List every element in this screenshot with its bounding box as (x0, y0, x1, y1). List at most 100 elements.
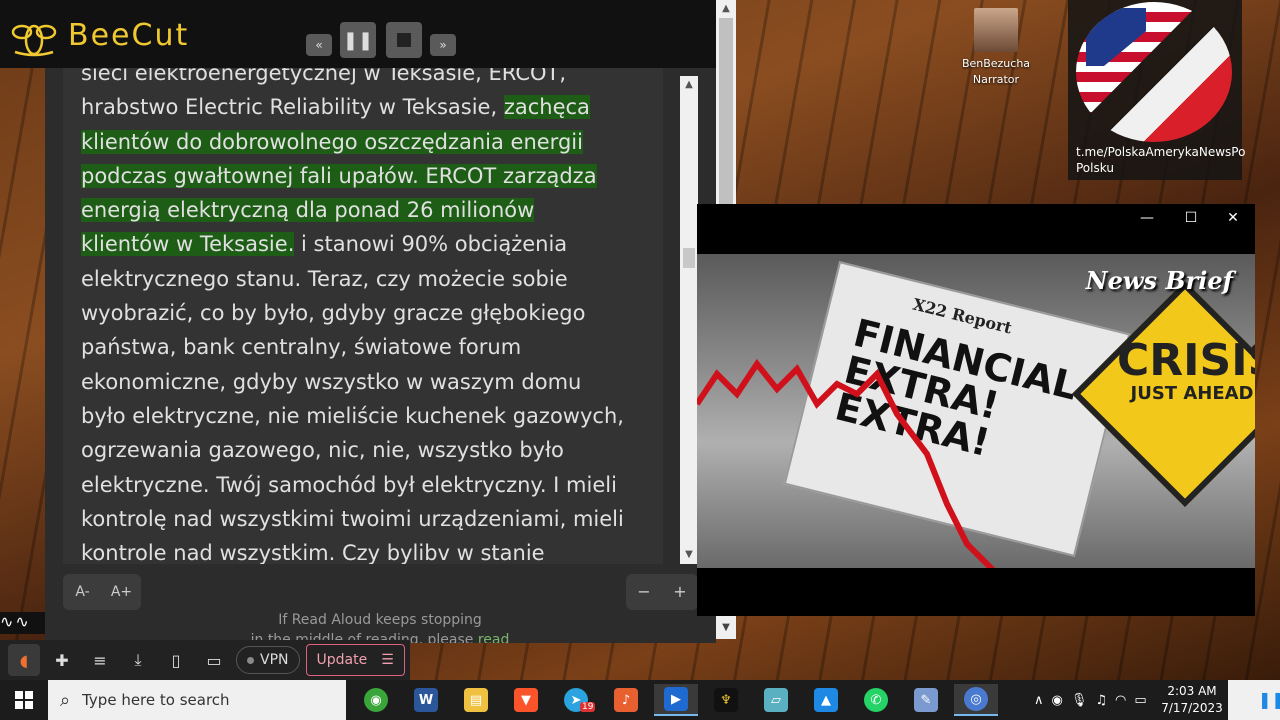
search-icon: ⌕ (60, 689, 71, 711)
taskbar-app-telegram[interactable]: ➤ 19 (554, 684, 598, 716)
pause-indicator-icon: ❚❚ (1258, 690, 1280, 709)
pause-button[interactable]: ❚❚ (340, 22, 376, 58)
zoom-in-button[interactable]: + (662, 574, 698, 610)
font-decrease-button[interactable]: A- (63, 574, 102, 610)
desktop-shortcut-narrator[interactable]: BenBezucha Narrator (960, 8, 1032, 88)
scroll-up-icon[interactable]: ▲ (716, 0, 736, 18)
network-status-icon[interactable]: ◉ (1052, 693, 1063, 708)
brave-icon: ▼ (514, 688, 538, 712)
taskbar-clock[interactable]: 2:03 AM 7/17/2023 (1160, 683, 1224, 717)
whatsapp-icon: ✆ (864, 688, 888, 712)
scrollbar-thumb[interactable] (719, 18, 733, 208)
fast-forward-button[interactable]: » (430, 34, 456, 56)
channel-link-caption: t.me/PolskaAmerykaNewsPo Polsku (1076, 145, 1246, 175)
vpn-status-icon (247, 656, 254, 664)
browser-toolbar: ◖ ✚ ≡ ⤓ ▯ ▭ VPN Update ☰ (0, 640, 410, 680)
highlighted-text: podczas gwałtownej fali upałów. ERCOT za… (81, 163, 597, 188)
text-line: ekonomiczne, gdyby wszystko w waszym dom… (81, 369, 582, 394)
maximize-button[interactable]: ☐ (1171, 210, 1211, 226)
highlighted-text: klientów do dobrowolnego oszczędzania en… (81, 129, 583, 154)
telegram-badge: 19 (580, 702, 596, 712)
read-aloud-panel: sieci elektroenergetycznej w Teksasie, E… (45, 68, 716, 643)
reader-scroll-up-icon[interactable]: ▲ (680, 76, 698, 94)
desktop-shortcut-label: BenBezucha Narrator (961, 57, 1031, 86)
reader-scroll-down-icon[interactable]: ▼ (680, 546, 698, 564)
narrator-thumbnail (974, 8, 1018, 52)
text-line: elektryczne. Twój samochód był elektrycz… (81, 472, 617, 497)
extensions-icon[interactable]: ✚ (46, 644, 78, 676)
start-button[interactable] (0, 680, 48, 720)
taskbar-app-brave[interactable]: ▼ (504, 684, 548, 716)
taskbar-app-explorer[interactable]: ▤ (454, 684, 498, 716)
close-button[interactable]: ✕ (1213, 210, 1253, 226)
telegram-channel-card: t.me/PolskaAmerykaNewsPo Polsku (1068, 0, 1246, 180)
news-brief-title: News Brief (1085, 266, 1233, 295)
text-line: kontrolę nad wszystkimi twoimi urządzeni… (81, 506, 624, 531)
stop-icon (397, 33, 411, 47)
reader-scrollbar[interactable]: ▲ ▼ (680, 76, 698, 564)
notification-area[interactable]: ❚❚ (1228, 680, 1280, 720)
text-line: ogrzewania gazowego, nic, nie, wszystko … (81, 438, 564, 463)
green-app-icon: ◉ (364, 688, 388, 712)
taskbar-app-video[interactable]: ▶ (654, 684, 698, 716)
rewind-button[interactable]: « (306, 34, 332, 56)
text-line: wyobrazić, co by było, gdyby gracze głęb… (81, 301, 586, 326)
windows-logo-icon (15, 691, 33, 709)
us-poland-flag-logo (1076, 2, 1232, 142)
playlist-icon[interactable]: ≡ (84, 644, 116, 676)
notes-icon: ▱ (764, 688, 788, 712)
update-button[interactable]: Update ☰ (305, 644, 405, 676)
taskbar-app-notes[interactable]: ▱ (754, 684, 798, 716)
beecut-recorder-bar: BeeCut « ❚❚ » (0, 0, 716, 68)
wifi-icon[interactable]: ◠ (1115, 693, 1126, 708)
photos-icon: ▲ (814, 688, 838, 712)
zoom-control: − + (626, 574, 698, 610)
font-size-control: A- A+ (63, 574, 141, 610)
text-line: sieci elektroenergetycznej w Teksasie, E… (81, 68, 567, 85)
text-line: podczas gwałtownej fali upałów. ERCOT za… (81, 159, 663, 193)
taskbar-search-box[interactable]: ⌕ Type here to search (48, 680, 346, 720)
microphone-icon[interactable]: 🎙 (1071, 693, 1088, 708)
zoom-out-button[interactable]: − (626, 574, 662, 610)
reader-text-area[interactable]: sieci elektroenergetycznej w Teksasie, E… (63, 68, 663, 564)
vpn-button[interactable]: VPN (236, 646, 300, 674)
reader-scroll-thumb[interactable] (683, 248, 695, 268)
taskbar-app-paint[interactable]: ✎ (904, 684, 948, 716)
text-line: kontrole nad wszystkim. Czy bylibv w sta… (81, 541, 545, 564)
taskbar-app-mic[interactable]: ♪ (604, 684, 648, 716)
pause-icon: ❚❚ (342, 29, 374, 51)
notice-read-link[interactable]: read (478, 632, 510, 643)
minimize-button[interactable]: — (1127, 210, 1167, 226)
sidebar-icon[interactable]: ▯ (160, 644, 192, 676)
browser-icon: ◎ (964, 687, 988, 711)
taskbar-app-chrome[interactable]: ◎ (954, 684, 998, 716)
taskbar-app-word[interactable]: W (404, 684, 448, 716)
font-increase-button[interactable]: A+ (102, 574, 141, 610)
text-line: klientów do dobrowolnego oszczędzania en… (81, 125, 663, 159)
clock-time: 2:03 AM (1167, 684, 1217, 698)
text-line: klientów w Teksasie. i stanowi 90% obcią… (81, 232, 568, 257)
video-frame[interactable]: X22 Report FINANCIAL EXTRA! EXTRA! CRISI… (697, 254, 1255, 568)
taskbar-app-beecut[interactable]: ♆ (704, 684, 748, 716)
folder-icon: ▤ (464, 688, 488, 712)
text-line: energią elektryczną dla ponad 26 milionó… (81, 193, 663, 227)
clock-date: 7/17/2023 (1161, 701, 1223, 715)
scroll-down-button[interactable]: ▼ (716, 617, 736, 639)
read-aloud-extension-icon[interactable]: ◖ (8, 644, 40, 676)
highlighted-text: klientów w Teksasie. (81, 232, 295, 257)
battery-icon[interactable]: ▭ (1134, 693, 1146, 708)
taskbar-app-green[interactable]: ◉ (354, 684, 398, 716)
text-line: państwa, bank centralny, światowe forum (81, 335, 522, 360)
microphone-app-icon: ♪ (614, 688, 638, 712)
highlighted-text: energią elektryczną dla ponad 26 milionó… (81, 198, 535, 223)
chevron-up-icon[interactable]: ∧ (1034, 693, 1044, 708)
wallet-icon[interactable]: ▭ (198, 644, 230, 676)
stop-button[interactable] (386, 22, 422, 58)
speaker-icon[interactable]: ♫ (1095, 693, 1107, 708)
crisis-sign-text: CRISIS JUST AHEAD (1117, 335, 1255, 404)
fast-forward-icon: » (439, 38, 447, 52)
taskbar-app-whatsapp[interactable]: ✆ (854, 684, 898, 716)
video-player-icon: ▶ (664, 687, 688, 711)
download-icon[interactable]: ⤓ (122, 644, 154, 676)
taskbar-app-photos[interactable]: ▲ (804, 684, 848, 716)
